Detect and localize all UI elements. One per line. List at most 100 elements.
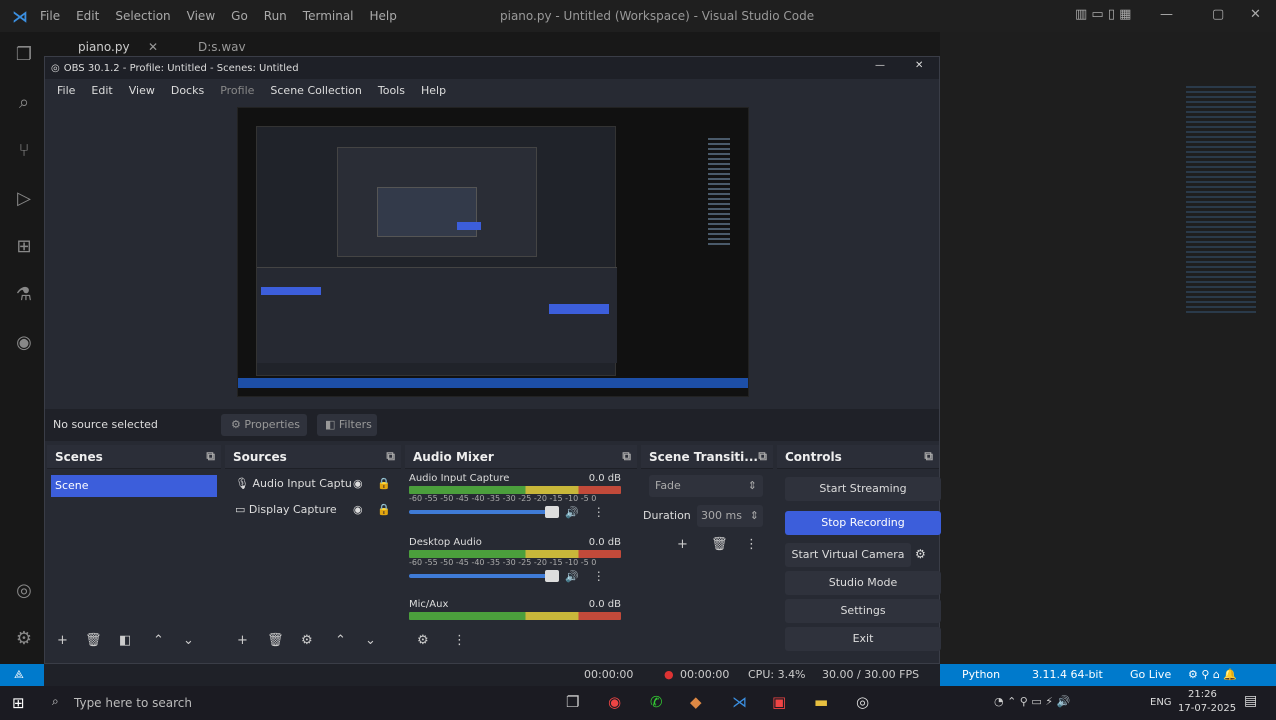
interpreter-status[interactable]: 3.11.4 64-bit: [1032, 668, 1103, 681]
properties-button[interactable]: ⚙ Properties: [221, 414, 307, 436]
obs-preview[interactable]: [237, 107, 749, 397]
menu-file[interactable]: File: [40, 9, 60, 23]
office-icon[interactable]: ▣: [772, 693, 786, 711]
add-transition-icon[interactable]: +: [677, 537, 688, 552]
obs-taskbar-icon[interactable]: ◎: [856, 693, 869, 711]
account-icon[interactable]: ◎: [12, 580, 36, 604]
language-indicator[interactable]: ENG: [1150, 697, 1172, 708]
settings-button[interactable]: Settings: [785, 599, 941, 623]
mixer-menu-icon[interactable]: ⋮: [453, 633, 466, 648]
menu-help[interactable]: Help: [370, 9, 397, 23]
virtual-camera-gear-icon[interactable]: ⚙: [915, 547, 926, 561]
maximize-icon[interactable]: ▢: [1212, 7, 1224, 22]
remove-source-icon[interactable]: 🗑: [267, 633, 284, 648]
app-icon[interactable]: ◆: [690, 693, 702, 711]
transition-menu-icon[interactable]: ⋮: [745, 537, 758, 552]
minimap[interactable]: [1186, 86, 1256, 316]
obs-menu-view[interactable]: View: [129, 84, 155, 97]
chrome-icon[interactable]: ◉: [608, 693, 621, 711]
transition-select[interactable]: Fade ⇕: [649, 475, 763, 497]
file-explorer-icon[interactable]: ▬: [814, 693, 828, 711]
obs-menu-file[interactable]: File: [57, 84, 75, 97]
source-up-icon[interactable]: ⌃: [335, 633, 346, 648]
mixer-undock-icon[interactable]: ⧉: [622, 449, 631, 464]
run-debug-icon[interactable]: ▷: [12, 188, 36, 212]
notification-icons[interactable]: ⚙ ⚲ ⌂ 🔔: [1188, 668, 1237, 681]
tray-icons[interactable]: ◔ ⌃ ⚲ ▭ ⚡ 🔊: [994, 695, 1070, 708]
add-source-icon[interactable]: +: [237, 633, 248, 648]
start-streaming-button[interactable]: Start Streaming: [785, 477, 941, 501]
start-virtual-camera-button[interactable]: Start Virtual Camera: [785, 543, 911, 567]
obs-minimize-icon[interactable]: —: [875, 60, 885, 71]
menu-terminal[interactable]: Terminal: [303, 9, 354, 23]
remote-status-icon[interactable]: ⟁: [14, 668, 24, 682]
speaker-icon[interactable]: 🔊: [565, 506, 579, 519]
source-control-icon[interactable]: ⑂: [12, 140, 36, 164]
python-status[interactable]: Python: [962, 668, 1000, 681]
visibility-eye-icon[interactable]: ◉: [353, 503, 363, 516]
vscode-taskbar-icon[interactable]: ⋊: [732, 693, 747, 711]
obs-menu-docks[interactable]: Docks: [171, 84, 204, 97]
close-icon[interactable]: ✕: [1250, 7, 1261, 22]
layout-icon[interactable]: ▥ ▭ ▯ ▦: [1075, 7, 1131, 22]
scene-down-icon[interactable]: ⌄: [183, 633, 194, 648]
go-live-button[interactable]: Go Live: [1130, 668, 1171, 681]
visibility-eye-icon[interactable]: ◉: [353, 477, 363, 490]
scene-filters-icon[interactable]: ◧: [119, 633, 131, 648]
clock-time[interactable]: 21:26: [1188, 689, 1217, 700]
remove-scene-icon[interactable]: 🗑: [85, 633, 102, 648]
tab-wav[interactable]: D:s.wav: [198, 40, 246, 54]
menu-run[interactable]: Run: [264, 9, 287, 23]
mixer-settings-icon[interactable]: ⚙: [417, 633, 429, 648]
remote-icon[interactable]: ◉: [12, 332, 36, 356]
transitions-undock-icon[interactable]: ⧉: [758, 449, 767, 464]
sources-undock-icon[interactable]: ⧉: [386, 449, 395, 464]
menu-view[interactable]: View: [187, 9, 215, 23]
scene-up-icon[interactable]: ⌃: [153, 633, 164, 648]
remove-transition-icon[interactable]: 🗑: [711, 537, 728, 552]
notification-center-icon[interactable]: ▤: [1244, 693, 1257, 709]
add-scene-icon[interactable]: +: [57, 633, 68, 648]
start-windows-icon[interactable]: ⊞: [12, 694, 25, 712]
obs-menu-help[interactable]: Help: [421, 84, 446, 97]
scenes-undock-icon[interactable]: ⧉: [206, 449, 215, 464]
manage-gear-icon[interactable]: ⚙: [12, 628, 36, 652]
exit-button[interactable]: Exit: [785, 627, 941, 651]
task-view-icon[interactable]: ❐: [566, 693, 579, 711]
whatsapp-icon[interactable]: ✆: [650, 693, 663, 711]
source-item-audio[interactable]: 🎙 Audio Input Captu ◉ 🔒: [235, 477, 395, 490]
search-icon[interactable]: ⌕: [12, 92, 36, 116]
obs-menu-tools[interactable]: Tools: [378, 84, 405, 97]
lock-icon[interactable]: 🔒: [377, 477, 391, 490]
scene-item[interactable]: Scene: [51, 475, 217, 497]
menu-selection[interactable]: Selection: [115, 9, 170, 23]
minimize-icon[interactable]: —: [1160, 7, 1173, 22]
volume-slider[interactable]: [409, 506, 559, 518]
lock-icon[interactable]: 🔒: [377, 503, 391, 516]
extensions-icon[interactable]: ⊞: [12, 236, 36, 260]
tab-piano[interactable]: piano.py: [78, 40, 130, 54]
source-down-icon[interactable]: ⌄: [365, 633, 376, 648]
studio-mode-button[interactable]: Studio Mode: [785, 571, 941, 595]
explorer-icon[interactable]: ❐: [12, 44, 36, 68]
menu-go[interactable]: Go: [231, 9, 248, 23]
clock-date[interactable]: 17-07-2025: [1178, 703, 1236, 714]
channel-menu-icon[interactable]: ⋮: [593, 569, 605, 583]
source-item-display[interactable]: ▭ Display Capture ◉ 🔒: [235, 503, 395, 516]
source-properties-gear-icon[interactable]: ⚙: [301, 633, 313, 648]
obs-menu-scene-collection[interactable]: Scene Collection: [270, 84, 361, 97]
menu-edit[interactable]: Edit: [76, 9, 99, 23]
taskbar-search-input[interactable]: Type here to search: [74, 696, 192, 710]
tab-close-icon[interactable]: ✕: [148, 40, 158, 54]
testing-icon[interactable]: ⚗: [12, 284, 36, 308]
controls-undock-icon[interactable]: ⧉: [924, 449, 933, 464]
obs-close-icon[interactable]: ✕: [915, 60, 923, 71]
volume-slider[interactable]: [409, 570, 559, 582]
duration-input[interactable]: 300 ms ⇕: [697, 505, 763, 527]
obs-menu-profile[interactable]: Profile: [220, 84, 254, 97]
filters-button[interactable]: ◧ Filters: [317, 414, 377, 436]
channel-menu-icon[interactable]: ⋮: [593, 505, 605, 519]
speaker-icon[interactable]: 🔊: [565, 570, 579, 583]
obs-menu-edit[interactable]: Edit: [91, 84, 112, 97]
stop-recording-button[interactable]: Stop Recording: [785, 511, 941, 535]
